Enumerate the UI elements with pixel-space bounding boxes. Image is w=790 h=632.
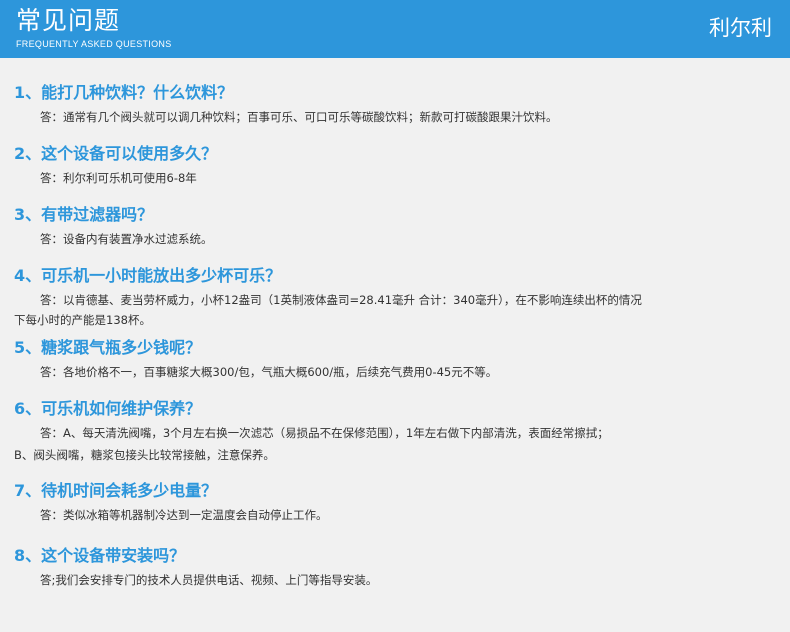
faq-question: 8、这个设备带安装吗？ bbox=[14, 546, 186, 565]
faq-item-3: 3、有带过滤器吗？ 答：设备内有装置净水过滤系统。 bbox=[14, 204, 776, 249]
faq-answer: 答：利尔利可乐机可使用6-8年 bbox=[40, 168, 776, 188]
faq-answer-line: 答：类似冰箱等机器制冷达到一定温度会自动停止工作。 bbox=[40, 508, 328, 522]
brand-name: 利尔利 bbox=[709, 16, 772, 40]
faq-question: 1、能打几种饮料？什么饮料？ bbox=[14, 83, 234, 102]
faq-answer-line: 答：各地价格不一，百事糖浆大概300/包，气瓶大概600/瓶，后续充气费用0-4… bbox=[40, 365, 498, 379]
faq-question: 5、糖浆跟气瓶多少钱呢？ bbox=[14, 338, 202, 357]
faq-question: 7、待机时间会耗多少电量？ bbox=[14, 481, 218, 500]
faq-answer: 答：类似冰箱等机器制冷达到一定温度会自动停止工作。 bbox=[40, 505, 776, 525]
faq-item-1: 1、能打几种饮料？什么饮料？ 答：通常有几个阀头就可以调几种饮料；百事可乐、可口… bbox=[14, 82, 776, 127]
faq-answer-line: 答：通常有几个阀头就可以调几种饮料；百事可乐、可口可乐等碳酸饮料；新款可打碳酸跟… bbox=[40, 110, 558, 124]
faq-item-6: 6、可乐机如何维护保养？ 答：A、每天清洗阀嘴，3个月左右换一次滤芯（易损品不在… bbox=[14, 398, 776, 465]
faq-answer-line: 答：利尔利可乐机可使用6-8年 bbox=[40, 171, 197, 185]
page-title: 常见问题 bbox=[16, 6, 121, 35]
faq-answer-line: 答：A、每天清洗阀嘴，3个月左右换一次滤芯（易损品不在保修范围），1年左右做下内… bbox=[40, 426, 609, 440]
faq-answer: 答：A、每天清洗阀嘴，3个月左右换一次滤芯（易损品不在保修范围），1年左右做下内… bbox=[14, 423, 776, 465]
faq-answer: 答：以肯德基、麦当劳杯威力，小杯12盎司（1英制液体盎司=28.41毫升 合计：… bbox=[14, 290, 776, 330]
faq-answer-line: 答;我们会安排专门的技术人员提供电话、视频、上门等指导安装。 bbox=[40, 573, 378, 587]
faq-answer: 答：各地价格不一，百事糖浆大概300/包，气瓶大概600/瓶，后续充气费用0-4… bbox=[40, 362, 776, 382]
faq-item-5: 5、糖浆跟气瓶多少钱呢？ 答：各地价格不一，百事糖浆大概300/包，气瓶大概60… bbox=[14, 337, 776, 382]
header-banner: 常见问题 FREQUENTLY ASKED QUESTIONS 利尔利 bbox=[0, 0, 790, 58]
faq-answer-line: B、阀头阀嘴，糖浆包接头比较常接触，注意保养。 bbox=[14, 448, 275, 462]
faq-answer-line: 答：设备内有装置净水过滤系统。 bbox=[40, 232, 213, 246]
faq-item-7: 7、待机时间会耗多少电量？ 答：类似冰箱等机器制冷达到一定温度会自动停止工作。 bbox=[14, 480, 776, 525]
faq-answer: 答;我们会安排专门的技术人员提供电话、视频、上门等指导安装。 bbox=[40, 570, 776, 590]
faq-answer-line: 下每小时的产能是138杯。 bbox=[14, 313, 151, 327]
faq-question: 6、可乐机如何维护保养？ bbox=[14, 399, 202, 418]
faq-answer: 答：通常有几个阀头就可以调几种饮料；百事可乐、可口可乐等碳酸饮料；新款可打碳酸跟… bbox=[40, 107, 776, 127]
faq-question: 2、这个设备可以使用多久？ bbox=[14, 144, 218, 163]
faq-question: 4、可乐机一小时能放出多少杯可乐？ bbox=[14, 266, 282, 285]
faq-item-8: 8、这个设备带安装吗？ 答;我们会安排专门的技术人员提供电话、视频、上门等指导安… bbox=[14, 545, 776, 590]
faq-item-2: 2、这个设备可以使用多久？ 答：利尔利可乐机可使用6-8年 bbox=[14, 143, 776, 188]
faq-answer: 答：设备内有装置净水过滤系统。 bbox=[40, 229, 776, 249]
page-subtitle: FREQUENTLY ASKED QUESTIONS bbox=[16, 39, 172, 49]
faq-item-4: 4、可乐机一小时能放出多少杯可乐？ 答：以肯德基、麦当劳杯威力，小杯12盎司（1… bbox=[14, 265, 776, 330]
faq-answer-line: 答：以肯德基、麦当劳杯威力，小杯12盎司（1英制液体盎司=28.41毫升 合计：… bbox=[40, 293, 642, 307]
faq-question: 3、有带过滤器吗？ bbox=[14, 205, 154, 224]
